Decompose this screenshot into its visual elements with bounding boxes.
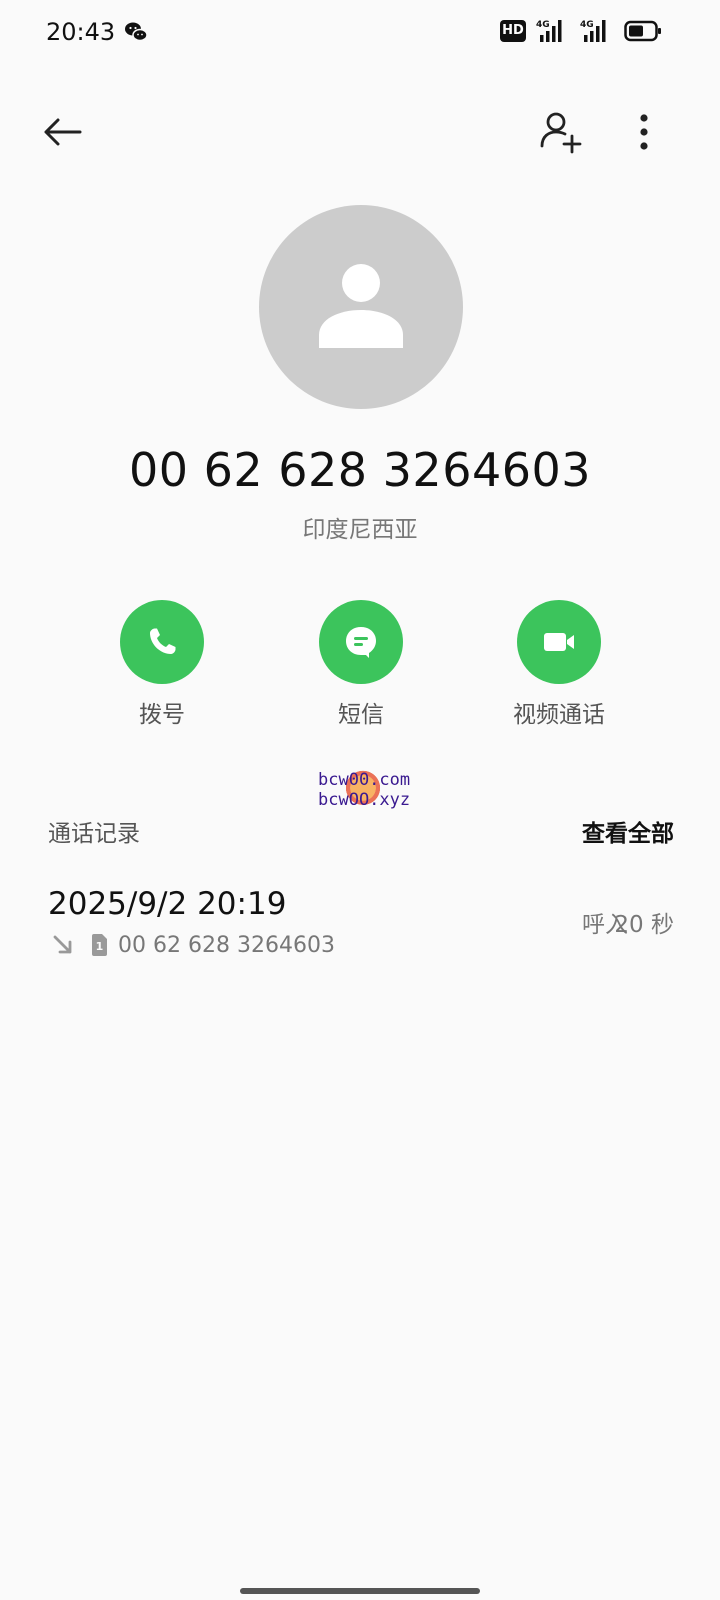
contact-phone-number: 00 62 628 3264603 <box>128 443 592 497</box>
watermark-line2: bcwOO.xyz <box>318 790 411 810</box>
message-icon <box>346 627 376 658</box>
wechat-icon <box>124 20 148 44</box>
back-arrow-icon <box>44 118 82 146</box>
call-duration: 20 秒 <box>614 912 674 938</box>
sms-label: 短信 <box>338 702 384 728</box>
network-type-label: 4G <box>536 20 550 30</box>
dial-button[interactable]: 拨号 <box>82 600 242 730</box>
video-call-label: 视频通话 <box>513 702 605 728</box>
signal-icon: 4G <box>536 18 568 44</box>
video-call-button-circle[interactable] <box>517 600 601 684</box>
avatar <box>259 205 463 409</box>
sim-card-icon: 1 <box>90 933 108 957</box>
person-icon <box>319 264 403 348</box>
signal-icon: 4G <box>580 18 612 44</box>
call-number: 00 62 628 3264603 <box>118 933 335 958</box>
dial-label: 拨号 <box>139 702 185 728</box>
video-icon <box>544 633 574 651</box>
home-indicator[interactable] <box>240 1588 480 1594</box>
add-contact-icon <box>540 112 582 154</box>
video-call-button[interactable]: 视频通话 <box>479 600 639 730</box>
contact-location: 印度尼西亚 <box>302 517 418 543</box>
add-contact-button[interactable] <box>536 106 588 158</box>
sms-button[interactable]: 短信 <box>281 600 441 730</box>
incoming-call-icon <box>52 934 74 956</box>
dial-button-circle[interactable] <box>120 600 204 684</box>
more-options-button[interactable] <box>624 108 664 156</box>
battery-icon <box>624 20 662 42</box>
watermark-line1: bcw00.com <box>318 770 411 790</box>
sms-button-circle[interactable] <box>319 600 403 684</box>
call-log-title: 通话记录 <box>48 821 140 847</box>
back-button[interactable] <box>38 108 86 156</box>
call-datetime: 2025/9/2 20:19 <box>48 886 287 922</box>
watermark: bcw00.com bcwOO.xyz <box>318 770 438 824</box>
view-all-link[interactable]: 查看全部 <box>582 818 674 850</box>
phone-icon <box>150 628 176 654</box>
network-type-label: 4G <box>580 20 594 30</box>
hd-icon: HD <box>500 20 526 42</box>
call-log-row[interactable]: 2025/9/2 20:19 1 00 62 628 3264603 呼入 20… <box>0 880 720 980</box>
status-time: 20:43 <box>46 18 116 46</box>
more-vertical-icon <box>640 114 648 150</box>
sim-slot-number: 1 <box>96 940 104 953</box>
